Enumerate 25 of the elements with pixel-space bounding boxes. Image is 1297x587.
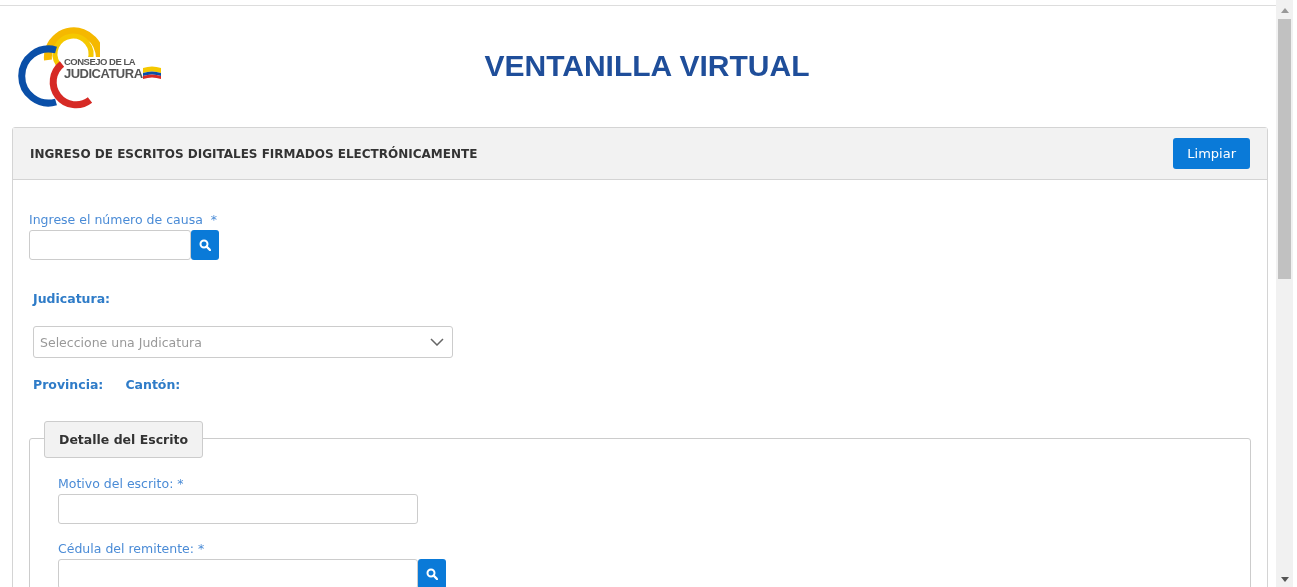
logo-text: CONSEJO DE LA — [64, 57, 136, 67]
field-label: Cantón: — [125, 377, 181, 392]
case-number-input[interactable] — [29, 230, 191, 260]
field-label: Motivo del escrito: * — [58, 476, 185, 491]
scroll-thumb[interactable] — [1278, 19, 1291, 279]
chevron-down-icon — [430, 338, 444, 346]
page-title: VENTANILLA VIRTUAL — [483, 48, 811, 83]
field-label: Provincia: — [33, 377, 104, 392]
scrollbar[interactable] — [1276, 0, 1293, 587]
field-label: Ingrese el número de causa * — [29, 212, 219, 227]
search-button[interactable] — [418, 559, 446, 587]
field-label: Cédula del remitente: * — [58, 541, 206, 556]
panel-title: INGRESO DE ESCRITOS DIGITALES FIRMADOS ELECTRÓNICAMENTE — [30, 146, 478, 161]
fieldset-legend: Detalle del Escrito — [44, 421, 204, 458]
search-icon — [199, 239, 211, 251]
scroll-down-icon[interactable] — [1280, 577, 1289, 582]
scroll-up-icon[interactable] — [1280, 8, 1289, 13]
search-button[interactable] — [191, 230, 219, 260]
clear-button[interactable]: Limpiar — [1173, 138, 1250, 169]
judicatura-select[interactable]: Seleccione una Judicatura — [33, 326, 453, 358]
text-input[interactable] — [58, 494, 418, 524]
field-label: Judicatura: — [33, 291, 112, 306]
search-icon — [426, 568, 438, 580]
flag-icon — [142, 66, 161, 79]
text-input[interactable] — [58, 559, 418, 587]
